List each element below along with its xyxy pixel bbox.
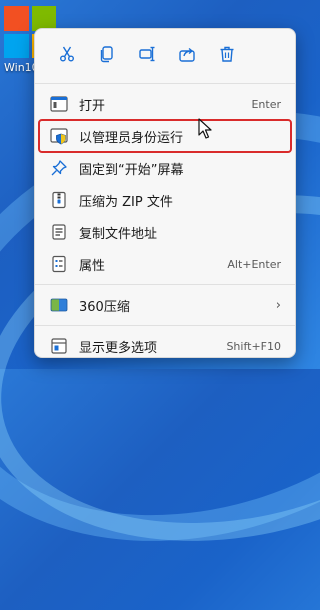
menu-item-label: 显示更多选项	[79, 340, 158, 356]
menu-item-properties[interactable]: 属性 Alt+Enter	[35, 248, 295, 280]
share-button[interactable]	[167, 34, 207, 74]
menu-item-label: 压缩为 ZIP 文件	[79, 194, 173, 210]
menu-item-shortcut: Enter	[251, 97, 281, 111]
menu-item-label: 以管理员身份运行	[79, 130, 184, 146]
cut-button[interactable]	[47, 34, 87, 74]
menu-item-label: 360压缩	[79, 299, 130, 315]
delete-icon	[220, 46, 234, 62]
menu-item-run-as-admin[interactable]: 以管理员身份运行	[38, 119, 292, 153]
menu-item-compress-zip[interactable]: 压缩为 ZIP 文件	[35, 184, 295, 216]
menu-item-label: 打开	[79, 98, 106, 114]
context-menu: 打开 Enter 以管理员身份运行 固定到“开始”屏幕 压缩为 ZIP 文件 复…	[34, 28, 296, 358]
menu-item-open[interactable]: 打开 Enter	[35, 88, 295, 120]
menu-divider	[35, 284, 295, 285]
pin-icon	[49, 158, 69, 178]
chevron-right-icon: ›	[275, 297, 281, 313]
menu-item-copy-path[interactable]: 复制文件地址	[35, 216, 295, 248]
copy-button[interactable]	[87, 34, 127, 74]
menu-item-pin-to-start[interactable]: 固定到“开始”屏幕	[35, 152, 295, 184]
zip-icon	[49, 190, 69, 210]
admin-shield-icon	[49, 126, 69, 146]
menu-item-shortcut: Alt+Enter	[227, 257, 281, 271]
mouse-cursor-icon	[198, 118, 212, 139]
menu-item-show-more-options[interactable]: 显示更多选项 Shift+F10	[35, 330, 295, 362]
more-options-icon	[49, 336, 69, 356]
menu-item-label: 复制文件地址	[79, 226, 158, 242]
delete-button[interactable]	[207, 34, 247, 74]
cut-icon	[60, 46, 74, 62]
rename-button[interactable]	[127, 34, 167, 74]
menu-item-shortcut: Shift+F10	[226, 339, 281, 353]
context-menu-toolbar	[35, 29, 295, 79]
menu-divider	[35, 83, 295, 84]
properties-icon	[49, 254, 69, 274]
rename-icon	[139, 46, 155, 62]
menu-item-360-compress[interactable]: 360压缩 ›	[35, 289, 295, 321]
open-icon	[49, 94, 69, 114]
menu-item-label: 固定到“开始”屏幕	[79, 162, 184, 178]
copy-icon	[100, 46, 113, 63]
360-compress-icon	[49, 295, 69, 315]
menu-divider	[35, 325, 295, 326]
menu-item-label: 属性	[79, 258, 106, 274]
copy-path-icon	[49, 222, 69, 242]
share-icon	[179, 47, 195, 62]
